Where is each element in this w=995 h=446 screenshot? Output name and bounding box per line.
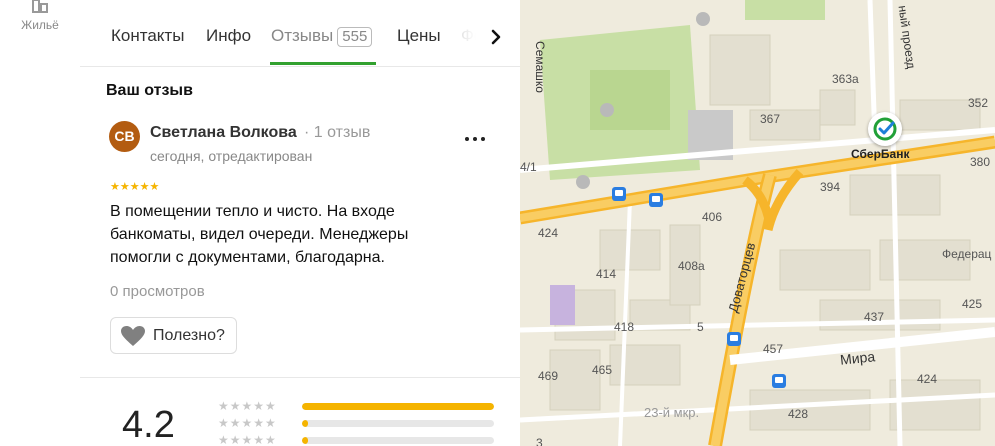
sberbank-pin[interactable] [868,112,902,146]
church-icon[interactable] [696,12,710,26]
building-number: 367 [760,112,781,126]
more-dot-icon [481,137,485,141]
building-number: 5 [697,320,704,334]
building-number: 4/1 [520,160,537,174]
street-semashko-label: Семашко [532,41,547,93]
building-number: 414 [596,267,617,281]
bus-stop-icon[interactable] [649,193,663,207]
review-views: 0 просмотров [110,283,205,300]
building-number: 363а [832,72,859,86]
building-number: 380 [970,155,991,169]
map-view[interactable]: СберБанк Федерац Семашко ный проезд Дова… [520,0,995,446]
building-number: 406 [702,210,723,224]
building-number: 428 [788,407,809,421]
review-date: сегодня, отредактирован [150,148,313,164]
review-author-name[interactable]: Светлана Волкова [150,124,297,142]
building-number: 457 [763,342,784,356]
useful-button[interactable]: Полезно? [110,317,237,354]
sberbank-map-label: СберБанк [851,147,910,161]
tab-reviews-label: Отзывы [271,26,334,45]
building-number: 394 [820,180,841,194]
sberbank-logo-icon [873,117,897,141]
rail-item-housing-label: Жильё [21,18,59,32]
house-icon [32,0,48,13]
bus-stop-icon[interactable] [772,374,786,388]
review-text: В помещении тепло и чисто. На входе банк… [110,203,409,266]
reviews-count-badge: 555 [337,27,373,47]
church-icon[interactable] [576,175,590,189]
bus-stop-icon[interactable] [727,332,741,346]
tabs-scroll-right-button[interactable] [482,23,510,51]
rating-distribution-row: ★★★★★ [218,416,498,431]
building-number: 424 [538,226,559,240]
more-dot-icon [465,137,469,141]
review-stars: ★★★★★ [110,181,160,193]
more-dot-icon [473,137,477,141]
tab-prices[interactable]: Цены [397,26,441,46]
section-divider [80,377,520,378]
building-number: 424 [917,372,938,386]
distribution-fill [302,437,308,444]
federal-map-label: Федерац [942,247,992,261]
business-panel: Контакты Инфо Отзывы555 Цены Фо Ваш отзы… [80,0,520,446]
review-author-meta: · 1 отзыв [304,124,371,141]
distribution-fill [302,420,308,427]
rating-distribution-row: ★★★★★ [218,399,498,414]
rail-item-housing[interactable]: Жильё [0,0,80,40]
distribution-track [302,437,494,444]
rating-distribution-row: ★★★★★ [218,433,498,446]
tab-info[interactable]: Инфо [206,26,251,46]
author-review-count: 1 отзыв [313,124,371,141]
building-number: 469 [538,369,559,383]
building-number: 465 [592,363,613,377]
distribution-fill [302,403,494,410]
avatar[interactable]: СВ [109,121,140,152]
distribution-stars: ★★★★★ [218,416,277,430]
distribution-track [302,403,494,410]
distribution-stars: ★★★★★ [218,433,277,446]
review-more-button[interactable] [464,126,488,150]
building-number: 408а [678,259,705,273]
tab-bar: Контакты Инфо Отзывы555 Цены Фо [80,0,520,67]
active-tab-indicator [270,62,376,65]
building-number: 3 [536,436,543,446]
tab-contacts[interactable]: Контакты [111,26,184,46]
building-number: 425 [962,297,983,311]
distribution-stars: ★★★★★ [218,399,277,413]
building-number: 418 [614,320,635,334]
overall-rating: 4.2 [122,404,175,446]
chevron-right-icon [491,29,501,45]
useful-button-label: Полезно? [153,327,225,344]
building-number: 437 [864,310,885,324]
distribution-track [302,420,494,427]
heart-icon [121,326,145,346]
bus-stop-icon[interactable] [612,187,626,201]
district-label: 23-й мкр. [644,405,700,420]
building-number: 352 [968,96,989,110]
your-review-title: Ваш отзыв [106,82,193,99]
church-icon[interactable] [600,103,614,117]
tab-reviews[interactable]: Отзывы 555 [271,26,373,47]
left-rail: Жильё [0,0,81,446]
